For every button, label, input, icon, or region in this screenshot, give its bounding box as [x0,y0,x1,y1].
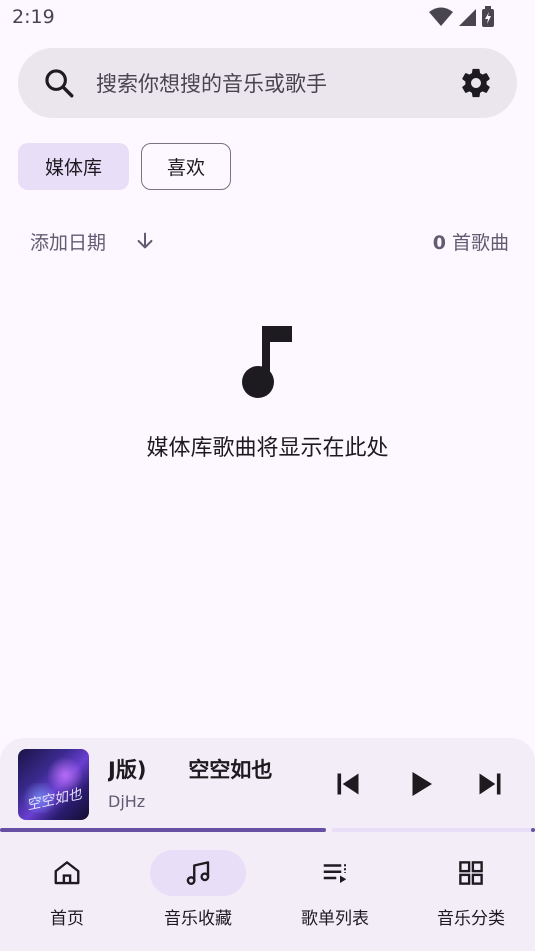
progress-fill[interactable] [0,828,326,832]
chip-library[interactable]: 媒体库 [18,143,129,190]
song-count-suffix: 首歌曲 [451,232,509,254]
chip-favorites[interactable]: 喜欢 [141,143,231,190]
nav-item-categories[interactable]: 音乐分类 [404,834,535,951]
empty-state-message: 媒体库歌曲将显示在此处 [146,436,389,461]
progress-end-dot [531,828,535,832]
bottom-navigation: 首页 音乐收藏 歌单列表 音乐分类 [0,834,535,951]
search-input[interactable]: 搜索你想搜的音乐或歌手 [96,68,459,98]
track-artist: DjHz [108,792,146,811]
queue-music-icon [323,864,347,883]
nav-label-playlists: 歌单列表 [301,909,369,929]
nav-item-home[interactable]: 首页 [0,834,134,951]
nav-label-categories: 音乐分类 [437,909,505,929]
wifi-icon [429,7,453,26]
nav-indicator [423,850,519,896]
progress-handle-gap [326,826,332,834]
search-bar[interactable]: 搜索你想搜的音乐或歌手 [18,48,517,118]
gear-icon[interactable] [459,66,493,100]
battery-charging-icon [482,6,494,27]
arrow-down-icon[interactable] [134,230,156,252]
skip-previous-icon[interactable] [330,766,366,802]
cellular-signal-icon [459,9,476,26]
track-title-marquee[interactable]: J版) 空空如也 [108,754,296,784]
status-icons [429,6,495,28]
song-count-number: 0 [432,232,446,254]
song-count: 0 首歌曲 [433,228,509,255]
track-title: J版) 空空如也 [108,758,273,782]
nav-indicator [19,850,115,896]
home-icon [54,861,80,885]
music-note-icon [186,861,210,885]
nav-label-home: 首页 [50,909,84,929]
sort-by-label[interactable]: 添加日期 [30,228,106,255]
music-note-icon [242,326,292,398]
play-icon[interactable] [402,766,438,802]
nav-item-music-collection[interactable]: 音乐收藏 [131,834,265,951]
grid-icon [459,861,483,885]
album-art[interactable]: 空空如也 [18,749,89,820]
nav-item-playlists[interactable]: 歌单列表 [268,834,402,951]
search-icon[interactable] [42,66,76,100]
status-time: 2:19 [12,6,55,28]
skip-next-icon[interactable] [472,766,508,802]
nav-indicator-active [150,850,246,896]
nav-indicator [287,850,383,896]
nav-label-music-collection: 音乐收藏 [164,909,232,929]
